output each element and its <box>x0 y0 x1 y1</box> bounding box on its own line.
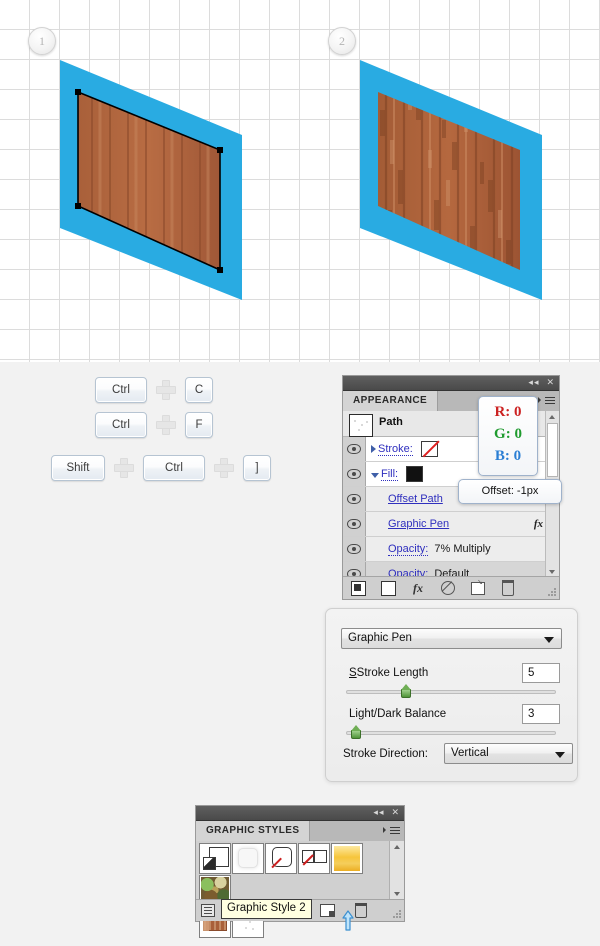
path-thumbnail-icon <box>349 414 373 437</box>
add-new-effect-icon[interactable]: fx <box>403 577 433 599</box>
duplicate-item-icon[interactable]: ↘ <box>463 577 493 599</box>
plus-icon <box>156 380 176 400</box>
plus-icon <box>156 415 176 435</box>
resize-grip-icon[interactable] <box>392 909 402 919</box>
scroll-up-arrow-icon[interactable] <box>546 411 559 422</box>
fill-label[interactable]: Fill: <box>381 468 399 481</box>
chevron-down-icon[interactable] <box>371 473 379 478</box>
stroke-direction-value: Vertical <box>451 747 489 759</box>
offset-path-label[interactable]: Offset Path <box>388 493 443 505</box>
fill-swatch-black[interactable] <box>406 466 424 482</box>
key-c[interactable]: C <box>185 377 213 403</box>
light-dark-balance-label: Light/Dark Balance <box>349 708 446 720</box>
add-new-fill-icon[interactable] <box>373 577 403 599</box>
delete-item-icon[interactable] <box>493 577 523 599</box>
graphic-pen-label[interactable]: Graphic Pen <box>388 518 449 530</box>
stroke-length-input[interactable]: 5 <box>522 663 560 683</box>
resize-grip-icon[interactable] <box>547 587 557 597</box>
graphic-styles-grid-area[interactable] <box>196 841 404 938</box>
style-swatch-default[interactable] <box>199 843 231 874</box>
appearance-row-graphic-pen[interactable]: Graphic Pen fx <box>343 512 559 537</box>
fx-icon[interactable]: fx <box>534 518 543 530</box>
artwork-fence-selected[interactable] <box>30 50 260 310</box>
stroke-label[interactable]: Stroke: <box>378 443 413 456</box>
effect-select[interactable]: Graphic Pen <box>341 628 562 649</box>
tab-appearance[interactable]: APPEARANCE <box>343 391 439 411</box>
graphic-style-tooltip: Graphic Style 2 <box>221 899 312 919</box>
new-graphic-style-icon[interactable] <box>310 900 344 922</box>
shortcut-ctrl-f: Ctrl F <box>95 412 213 438</box>
style-swatch-rounded-no-fill[interactable] <box>265 843 297 874</box>
graphic-styles-scrollbar[interactable] <box>389 841 404 900</box>
stroke-length-label: SStroke Length <box>349 667 429 679</box>
style-swatch-blank[interactable] <box>232 843 264 874</box>
break-link-to-style-icon[interactable] <box>196 900 220 922</box>
stroke-length-slider-knob[interactable] <box>400 684 412 698</box>
visibility-eye-icon[interactable] <box>343 462 366 486</box>
key-right-bracket[interactable]: ] <box>243 455 271 481</box>
stroke-swatch-none[interactable] <box>420 441 438 457</box>
stroke-length-slider-track[interactable] <box>346 684 556 698</box>
stroke-direction-label: Stroke Direction: <box>343 748 429 760</box>
clear-appearance-icon[interactable] <box>433 577 463 599</box>
scrollbar-thumb[interactable] <box>547 423 558 477</box>
rgb-b-value: B: 0 <box>494 448 522 464</box>
chevron-right-icon[interactable] <box>371 445 376 453</box>
target-label: Path <box>379 416 403 428</box>
style-swatch-yellow-gradient[interactable] <box>331 843 363 874</box>
plus-icon <box>114 458 134 478</box>
mouse-cursor-icon <box>342 910 354 931</box>
opacity-value: 7% Multiply <box>434 543 491 555</box>
key-ctrl[interactable]: Ctrl <box>95 377 147 403</box>
key-ctrl[interactable]: Ctrl <box>143 455 205 481</box>
scroll-up-arrow-icon[interactable] <box>390 841 404 853</box>
visibility-eye-icon[interactable] <box>343 487 366 511</box>
chevron-down-icon <box>544 637 554 643</box>
style-swatch-split-no-fill[interactable] <box>298 843 330 874</box>
key-f[interactable]: F <box>185 412 213 438</box>
tab-graphic-styles[interactable]: GRAPHIC STYLES <box>196 821 311 841</box>
graphic-pen-dialog[interactable]: Graphic Pen SStroke Length 5 Light/Dark … <box>325 608 578 782</box>
rgb-g-value: G: 0 <box>494 426 522 442</box>
opacity-label[interactable]: Opacity: <box>388 543 429 556</box>
chevron-down-icon <box>555 752 565 758</box>
light-dark-balance-label-text: Light/Dark Balance <box>349 708 447 720</box>
graphic-styles-panel[interactable]: ◂◂ ✕ GRAPHIC STYLES Graphic Style 2 <box>195 805 405 938</box>
rgb-r-value: R: 0 <box>494 404 522 420</box>
rgb-value-callout: R: 0 G: 0 B: 0 <box>478 396 538 476</box>
shortcut-ctrl-c: Ctrl C <box>95 377 213 403</box>
panel-menu-icon[interactable] <box>538 395 556 406</box>
panel-titlebar[interactable]: ◂◂ ✕ <box>196 806 404 821</box>
add-new-stroke-icon[interactable] <box>343 577 373 599</box>
collapse-close-icons[interactable]: ◂◂ ✕ <box>528 377 555 388</box>
panel-titlebar[interactable]: ◂◂ ✕ <box>343 376 559 391</box>
appearance-footer-toolbar[interactable]: fx ↘ <box>343 576 559 599</box>
light-dark-balance-slider-track[interactable] <box>346 725 556 739</box>
artwork-fence-textured[interactable] <box>330 50 560 310</box>
panel-menu-icon[interactable] <box>383 825 401 836</box>
shortcut-shift-ctrl-bracket: Shift Ctrl ] <box>51 455 271 481</box>
stroke-length-label-text: Stroke Length <box>356 667 429 679</box>
collapse-close-icons[interactable]: ◂◂ ✕ <box>373 807 400 818</box>
appearance-row-opacity-multiply[interactable]: Opacity: 7% Multiply <box>343 537 559 562</box>
light-dark-balance-slider-knob[interactable] <box>350 725 362 739</box>
visibility-eye-icon[interactable] <box>343 437 366 461</box>
light-dark-balance-input[interactable]: 3 <box>522 704 560 724</box>
visibility-eye-icon[interactable] <box>343 512 366 536</box>
effect-select-value: Graphic Pen <box>348 632 412 644</box>
graphic-styles-grid[interactable] <box>199 843 388 939</box>
panel-tab-strip[interactable]: GRAPHIC STYLES <box>196 821 404 842</box>
stroke-direction-select[interactable]: Vertical <box>444 743 573 764</box>
offset-value-callout: Offset: -1px <box>458 479 562 504</box>
plus-icon <box>214 458 234 478</box>
visibility-eye-icon[interactable] <box>343 537 366 561</box>
key-shift[interactable]: Shift <box>51 455 105 481</box>
key-ctrl[interactable]: Ctrl <box>95 412 147 438</box>
artboard-canvas[interactable]: 1 2 <box>0 0 600 362</box>
